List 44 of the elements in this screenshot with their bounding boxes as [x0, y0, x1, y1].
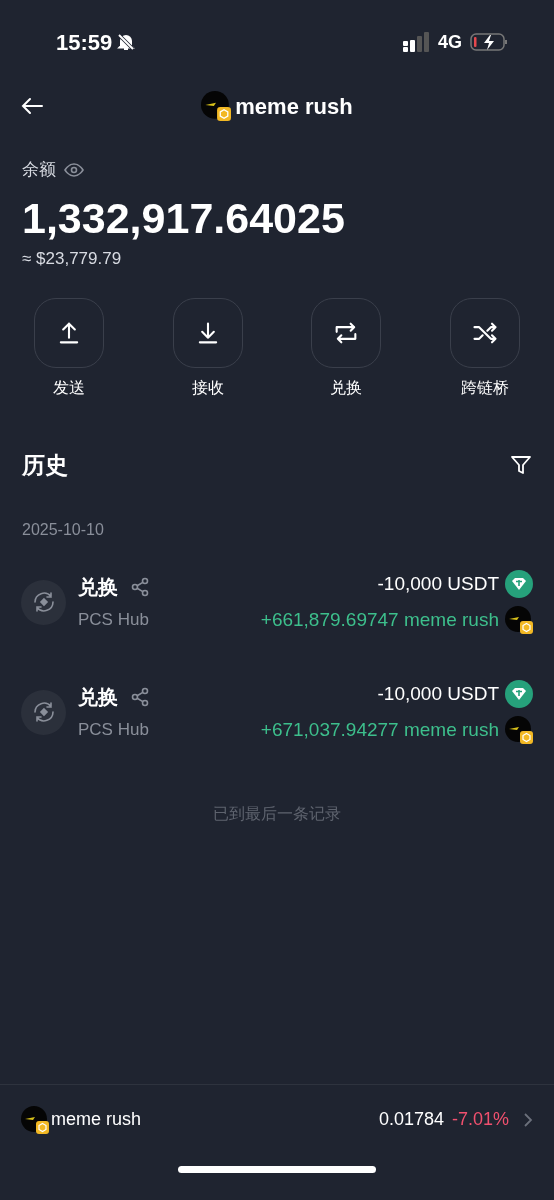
action-label: 跨链桥 [460, 377, 509, 398]
action-button[interactable] [311, 297, 382, 368]
tether-coin-icon [505, 570, 533, 598]
price-change: -7.01% [451, 1108, 509, 1131]
transaction-amount: -10,000 USDT [377, 571, 499, 596]
bell-muted-icon [116, 32, 137, 52]
swap-status-icon [21, 689, 66, 735]
action-label: 接收 [191, 377, 224, 398]
transaction-amount: -10,000 USDT [377, 681, 499, 706]
history-title: 历史 [22, 450, 68, 480]
page-title: meme rush [235, 92, 353, 121]
fiat-value: ≈ $23,779.79 [22, 248, 123, 270]
token-name: meme rush [51, 1108, 142, 1131]
swap-status-icon [21, 579, 66, 625]
token-logo-icon [505, 716, 533, 744]
action-label: 兑换 [330, 377, 363, 398]
action-button[interactable] [449, 297, 520, 368]
transaction-type: 兑换 [78, 575, 118, 600]
eye-icon[interactable] [64, 163, 84, 177]
network-type: 4G [438, 30, 462, 54]
signal-icon [402, 32, 430, 52]
status-time: 15:59 [56, 28, 113, 57]
token-logo-icon [21, 1105, 49, 1134]
balance-label: 余额 [22, 159, 56, 182]
token-price-bar[interactable]: meme rush 0.01784 -7.01% [0, 1084, 554, 1154]
transaction-amount: +661,879.69747 meme rush [260, 607, 499, 632]
action-label: 发送 [53, 377, 86, 398]
balance-amount: 1,332,917.64025 [22, 193, 346, 244]
transaction-source: PCS Hub [78, 609, 150, 631]
transaction-row[interactable]: 兑换 PCS Hub -10,000 USDT +661,879.69747 meme rush [0, 570, 554, 634]
chevron-right-icon [523, 1111, 533, 1128]
tether-coin-icon [505, 680, 533, 708]
filter-icon[interactable] [510, 453, 532, 476]
transaction-row[interactable]: 兑换 PCS Hub -10,000 USDT +671,037.94277 meme rush [0, 680, 554, 744]
date-label: 2025-10-10 [21, 520, 105, 540]
transaction-amount: +671,037.94277 meme rush [260, 717, 499, 742]
token-logo-icon [201, 91, 232, 121]
token-price: 0.01784 [378, 1108, 444, 1131]
transaction-type: 兑换 [78, 685, 118, 710]
token-logo-icon [505, 606, 533, 634]
transaction-source: PCS Hub [78, 719, 150, 741]
share-icon[interactable] [130, 687, 150, 707]
battery-charging-icon [470, 32, 508, 52]
share-icon[interactable] [130, 577, 150, 597]
